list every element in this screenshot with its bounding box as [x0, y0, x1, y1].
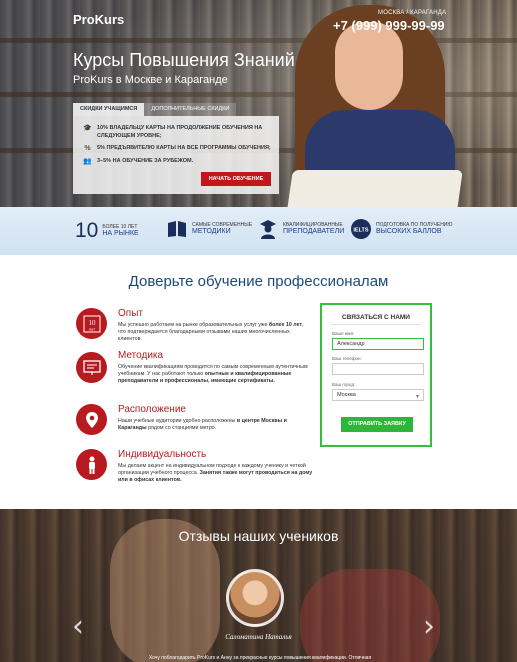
ielts-icon: IELTS [351, 219, 371, 239]
svg-text:лет: лет [88, 326, 94, 331]
contact-form: СВЯЗАТЬСЯ С НАМИ Ваше имя: Александр Ваш… [320, 303, 432, 447]
stat-years: 10 БОЛЕЕ 10 ЛЕТ НА РЫНКЕ [75, 219, 139, 243]
stat-text: САМЫЕ СОВРЕМЕННЫЕ МЕТОДИКИ [192, 222, 252, 236]
discount-tabs: СКИДКИ УЧАЩИМСЯ ДОПОЛНИТЕЛЬНЫЕ СКИДКИ [73, 103, 237, 116]
person-icon-graphic [88, 456, 95, 474]
book-icon [168, 221, 186, 237]
feature-text-bold: более 10 лет [268, 322, 303, 328]
feature-text-part: Наши учебные аудитории удобно расположен… [118, 418, 237, 424]
feature-text: Мы делаем акцент на индивидуальном подхо… [118, 463, 313, 484]
phone-input[interactable] [332, 363, 424, 375]
tab-additional-discounts[interactable]: ДОПОЛНИТЕЛЬНЫЕ СКИДКИ [144, 103, 237, 116]
discount-line: 3–5% НА ОБУЧЕНИЕ ЗА РУБЕЖОМ. [97, 158, 194, 164]
presentation-board-icon [76, 352, 107, 383]
hero-photo-face [335, 22, 403, 110]
people-icon: 👥 [83, 158, 92, 165]
reviews-bg-figure [300, 569, 440, 662]
stat-strong: ПРЕПОДАВАТЕЛИ [283, 228, 345, 235]
section-title: Доверьте обучение профессионалам [128, 273, 389, 290]
stat-methods: САМЫЕ СОВРЕМЕННЫЕ МЕТОДИКИ [167, 219, 252, 239]
reviews-title: Отзывы наших учеников [178, 528, 339, 544]
hero-photo-book [287, 170, 463, 207]
name-input[interactable]: Александр [332, 338, 424, 350]
hero-title: Курсы Повышения Знаний [73, 50, 295, 70]
stat-text: КВАЛИФИЦИРОВАННЫЕ ПРЕПОДАВАТЕЛИ [283, 222, 344, 236]
location-text: МОСКВА / КАРАГАНДА [378, 10, 447, 16]
stat-strong: МЕТОДИКИ [192, 228, 231, 235]
logo[interactable]: ProKurs [73, 12, 124, 27]
graduation-cap-icon: 🎓 [83, 125, 92, 132]
ten-years-icon-graphic: 10 лет [83, 315, 100, 332]
phone-number[interactable]: +7 (999) 999-99-99 [333, 18, 445, 33]
teacher-icon [260, 220, 276, 239]
discount-panel: 🎓 10% ВЛАДЕЛЬЦУ КАРТЫ НА ПРОДОЛЖЕНИЕ ОБУ… [73, 116, 279, 194]
discount-line: СЛЕДУЮЩЕМ УРОВНЕ; [97, 132, 162, 139]
map-pin-icon [76, 404, 107, 435]
stat-teachers: КВАЛИФИЦИРОВАННЫЕ ПРЕПОДАВАТЕЛИ [258, 219, 344, 239]
feature-title: Индивидуальность [118, 449, 207, 460]
hero-banner: ProKurs МОСКВА / КАРАГАНДА +7 (999) 999-… [0, 0, 517, 207]
feature-text: Наши учебные аудитории удобно расположен… [118, 418, 313, 432]
phone-label: Ваш телефон: [332, 356, 362, 361]
reviewer-name: Саломатина Наталья [225, 633, 292, 641]
city-select-value: Москва [337, 392, 356, 398]
ten-years-icon: 10 лет [76, 308, 107, 339]
presentation-board-icon-graphic [82, 359, 101, 375]
start-learning-button[interactable]: НАЧАТЬ ОБУЧЕНИЕ [201, 172, 271, 186]
submit-button[interactable]: ОТПРАВИТЬ ЗАЯВКУ [341, 417, 413, 432]
feature-text-part: рядом со станциями метро. [146, 425, 217, 431]
feature-title: Расположение [118, 404, 186, 415]
discount-item: % 5% ПРЕДЪЯВИТЕЛЮ КАРТЫ НА ВСЕ ПРОГРАММЫ… [83, 145, 271, 153]
discount-text: 10% ВЛАДЕЛЬЦУ КАРТЫ НА ПРОДОЛЖЕНИЕ ОБУЧЕ… [97, 125, 262, 140]
form-title: СВЯЗАТЬСЯ С НАМИ [342, 314, 410, 321]
hero-subtitle: ProKurs в Москве и Караганде [73, 74, 228, 86]
discount-line: 5% ПРЕДЪЯВИТЕЛЮ КАРТЫ НА ВСЕ ПРОГРАММЫ О… [97, 145, 271, 151]
stat-strong: НА РЫНКЕ [102, 230, 139, 237]
svg-text:IELTS: IELTS [353, 228, 369, 234]
city-select[interactable]: Москва ▼ [332, 389, 424, 401]
percent-icon: % [84, 145, 91, 152]
feature-title: Опыт [118, 308, 143, 319]
person-icon [76, 449, 107, 480]
feature-text: Мы успешно работаем на рынке образовател… [118, 322, 313, 343]
reviewer-avatar [226, 569, 284, 627]
stat-number: 10 [75, 219, 99, 242]
stats-bar: 10 БОЛЕЕ 10 ЛЕТ НА РЫНКЕ САМЫЕ СОВРЕМЕНН… [0, 207, 517, 255]
map-pin-icon-graphic [85, 411, 98, 428]
feature-text-part: Мы успешно работаем на рынке образовател… [118, 322, 269, 328]
chevron-down-icon: ▼ [415, 394, 420, 400]
discount-line: 10% ВЛАДЕЛЬЦУ КАРТЫ НА ПРОДОЛЖЕНИЕ ОБУЧЕ… [97, 125, 263, 131]
name-label: Ваше имя: [332, 331, 355, 336]
city-label: Ваш город: [332, 382, 356, 387]
feature-text: Обучение квалификациям проводится по сам… [118, 364, 313, 385]
discount-item: 🎓 10% ВЛАДЕЛЬЦУ КАРТЫ НА ПРОДОЛЖЕНИЕ ОБУ… [83, 125, 262, 140]
stat-strong: ВЫСОКИХ БАЛЛОВ [376, 228, 442, 235]
feature-title: Методика [118, 350, 164, 361]
stat-scores: IELTS ПОДГОТОВКА ПО ПОЛУЧЕНИЮ ВЫСОКИХ БА… [351, 219, 452, 239]
reviews-section: Отзывы наших учеников ‹ › Саломатина Нат… [0, 509, 517, 662]
review-text: Хочу поблагодарить ProKurs и Анну за пре… [148, 655, 372, 661]
form-divider [331, 324, 421, 325]
stat-text: ПОДГОТОВКА ПО ПОЛУЧЕНИЮ ВЫСОКИХ БАЛЛОВ [376, 222, 452, 236]
stat-text: БОЛЕЕ 10 ЛЕТ НА РЫНКЕ [102, 224, 138, 238]
tab-student-discounts[interactable]: СКИДКИ УЧАЩИМСЯ [73, 103, 145, 116]
discount-item: 👥 3–5% НА ОБУЧЕНИЕ ЗА РУБЕЖОМ. [83, 158, 193, 166]
